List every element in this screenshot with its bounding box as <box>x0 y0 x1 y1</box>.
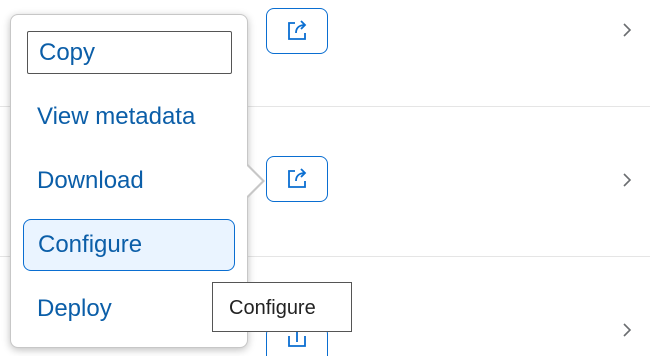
menu-item-label: Download <box>37 167 144 194</box>
menu-item-copy[interactable]: Copy <box>27 31 232 74</box>
share-icon <box>288 20 307 40</box>
popover-arrow-fill <box>247 166 262 196</box>
tooltip: Configure <box>212 282 352 332</box>
share-button[interactable] <box>266 156 328 202</box>
menu-item-label: Deploy <box>37 295 112 322</box>
chevron-right-icon[interactable] <box>620 322 634 338</box>
chevron-right-icon[interactable] <box>620 22 634 38</box>
menu-item-download[interactable]: Download <box>23 157 235 205</box>
share-button[interactable] <box>266 8 328 54</box>
menu-item-label: Configure <box>38 231 143 258</box>
menu-item-label: View metadata <box>37 103 196 130</box>
menu-item-deploy[interactable]: Deploy <box>23 285 235 333</box>
chevron-right-icon[interactable] <box>620 172 634 188</box>
menu-item-view-metadata[interactable]: View metadata <box>23 93 235 141</box>
tooltip-text: Configure <box>229 297 316 319</box>
menu-item-configure[interactable]: Configure <box>23 219 235 271</box>
menu-item-label: Copy <box>39 38 96 66</box>
share-icon <box>288 168 307 188</box>
